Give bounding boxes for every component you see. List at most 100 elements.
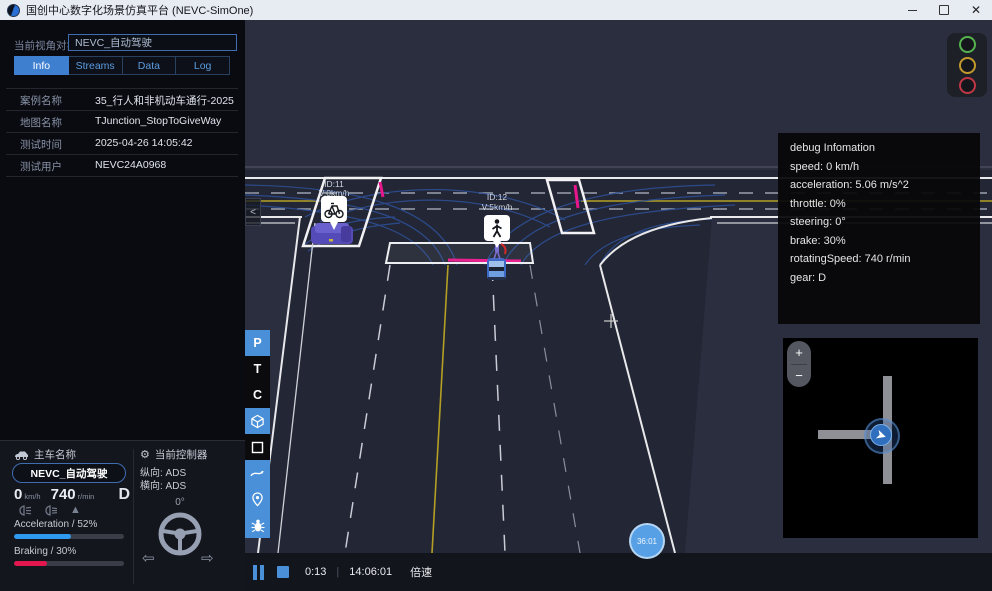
minimap-ego-marker: [870, 424, 892, 446]
acceleration-label: Acceleration / 52%: [14, 519, 97, 530]
close-button[interactable]: ✕: [960, 0, 992, 20]
braking-bar-fill: [14, 561, 47, 566]
zoom-in-button[interactable]: +: [787, 341, 811, 364]
rpm-unit: r/min: [78, 492, 95, 501]
divider: |: [336, 566, 339, 578]
speed-value: 0: [14, 486, 22, 503]
controller-header: ⚙ 当前控制器: [140, 447, 207, 462]
divider: [6, 88, 238, 89]
pause-icon: [253, 565, 257, 580]
minimap-ego-arrow-icon: [874, 428, 888, 442]
ego-vehicle[interactable]: [487, 258, 506, 280]
test-time-value: 2025-04-26 14:05:42: [95, 137, 193, 149]
location-pin-icon: [251, 492, 264, 507]
gear-indicator: D: [118, 486, 130, 504]
minimize-icon: [908, 10, 917, 11]
steer-right-arrow-icon: ⇨: [201, 549, 214, 567]
curve-path-icon: [250, 467, 265, 479]
left-sidebar: 当前视角对象 Info Streams Data Log 案例名称 35_行人和…: [0, 20, 246, 440]
test-user-label: 测试用户: [20, 159, 62, 174]
clock-time: 14:06:01: [349, 566, 392, 578]
toolbar-select-region-button[interactable]: [245, 434, 270, 460]
crosswalk: [386, 243, 533, 263]
test-user-value: NEVC24A0968: [95, 159, 166, 171]
toolbar-p-button[interactable]: P: [245, 330, 270, 356]
yellow-light-icon: [959, 57, 976, 74]
playback-bar: 0:13 | 14:06:01 倍速: [245, 553, 992, 591]
lateral-controller: 横向: ADS: [140, 477, 186, 492]
left-lamp-icon: [18, 505, 33, 516]
maximize-icon: [939, 5, 949, 15]
debug-gear: gear: D: [790, 272, 968, 284]
debug-info-panel: debug Infomation speed: 0 km/h accelerat…: [778, 133, 980, 324]
ego-vehicle-panel: 主车名称 NEVC_自动驾驶 0 km/h 740 r/min D ▲: [0, 440, 246, 591]
bicycle-speed-label: V:0km/h: [319, 188, 350, 198]
ego-header-text: 主车名称: [34, 447, 76, 462]
steering-angle-value: 0°: [160, 497, 200, 508]
bicycle-actor-vehicle[interactable]: [311, 223, 353, 244]
app-window: 国创中心数字化场景仿真平台 (NEVC-SimOne) ✕ 当前视角对象 Inf…: [0, 0, 992, 591]
pedestrian-speed-label: V:5km/h: [482, 202, 513, 212]
debug-title: debug Infomation: [790, 142, 968, 154]
speed-unit: km/h: [24, 492, 40, 501]
window-title: 国创中心数字化场景仿真平台 (NEVC-SimOne): [26, 2, 253, 18]
debug-steering: steering: 0°: [790, 216, 968, 228]
tab-info[interactable]: Info: [14, 56, 69, 75]
stop-button[interactable]: [277, 566, 289, 578]
minimize-button[interactable]: [896, 0, 928, 20]
braking-bar: [14, 561, 124, 566]
time-bubble[interactable]: 36:01: [629, 523, 665, 559]
pedestrian-id-label: ID:12: [487, 192, 508, 202]
vertical-road: [258, 218, 712, 553]
tab-streams[interactable]: Streams: [69, 56, 123, 75]
close-icon: ✕: [971, 4, 981, 16]
view-target-input[interactable]: [68, 34, 237, 51]
case-name-label: 案例名称: [20, 93, 62, 108]
traffic-light-indicator: [947, 33, 987, 97]
car-icon: [14, 450, 29, 460]
app-logo-icon: [7, 4, 20, 17]
right-lamp-icon: [44, 505, 59, 516]
debug-throttle: throttle: 0%: [790, 198, 968, 210]
toolbar-c-button[interactable]: C: [245, 382, 270, 408]
tab-bar: Info Streams Data Log: [14, 56, 230, 75]
tab-log[interactable]: Log: [176, 56, 230, 75]
toolbar-t-button[interactable]: T: [245, 356, 270, 382]
steer-left-arrow-icon: ⇦: [142, 549, 155, 567]
debug-speed: speed: 0 km/h: [790, 161, 968, 173]
speed-readout: 0 km/h 740 r/min D: [14, 486, 130, 504]
square-icon: [251, 441, 264, 454]
title-bar: 国创中心数字化场景仿真平台 (NEVC-SimOne) ✕: [0, 0, 992, 20]
elapsed-time: 0:13: [305, 566, 326, 578]
toolbar-debug-button[interactable]: [245, 512, 270, 538]
ego-header: 主车名称: [14, 447, 76, 462]
indicator-row: ▲: [18, 504, 81, 516]
tab-data[interactable]: Data: [123, 56, 177, 75]
debug-acceleration: acceleration: 5.06 m/s^2: [790, 179, 968, 191]
ego-name-button[interactable]: NEVC_自动驾驶: [12, 463, 126, 483]
mouse-crosshair-cursor: [603, 313, 619, 329]
window-controls: ✕: [896, 0, 992, 20]
sidebar-collapse-toggle[interactable]: <: [245, 198, 261, 226]
steering-wheel-icon: [157, 511, 203, 557]
rpm-value: 740: [51, 486, 76, 503]
map-name-label: 地图名称: [20, 115, 62, 130]
playback-speed-button[interactable]: 倍速: [410, 564, 432, 580]
controller-header-text: 当前控制器: [155, 447, 208, 462]
bug-icon: [251, 518, 265, 533]
pause-button[interactable]: [253, 565, 264, 580]
red-light-icon: [959, 77, 976, 94]
divider: [6, 176, 238, 177]
minimap[interactable]: + −: [783, 338, 978, 538]
acceleration-bar-fill: [14, 534, 71, 539]
maximize-button[interactable]: [928, 0, 960, 20]
minimap-zoom-control: + −: [787, 341, 811, 387]
case-name-value: 35_行人和非机动车通行-2025: [95, 93, 234, 108]
toolbar-3d-cube-button[interactable]: [245, 408, 270, 434]
toolbar-path-button[interactable]: [245, 460, 270, 486]
hazard-icon: ▲: [70, 504, 81, 516]
zoom-out-button[interactable]: −: [787, 365, 811, 388]
gear-icon: ⚙: [140, 448, 150, 461]
braking-label: Braking / 30%: [14, 546, 76, 557]
toolbar-location-button[interactable]: [245, 486, 270, 512]
